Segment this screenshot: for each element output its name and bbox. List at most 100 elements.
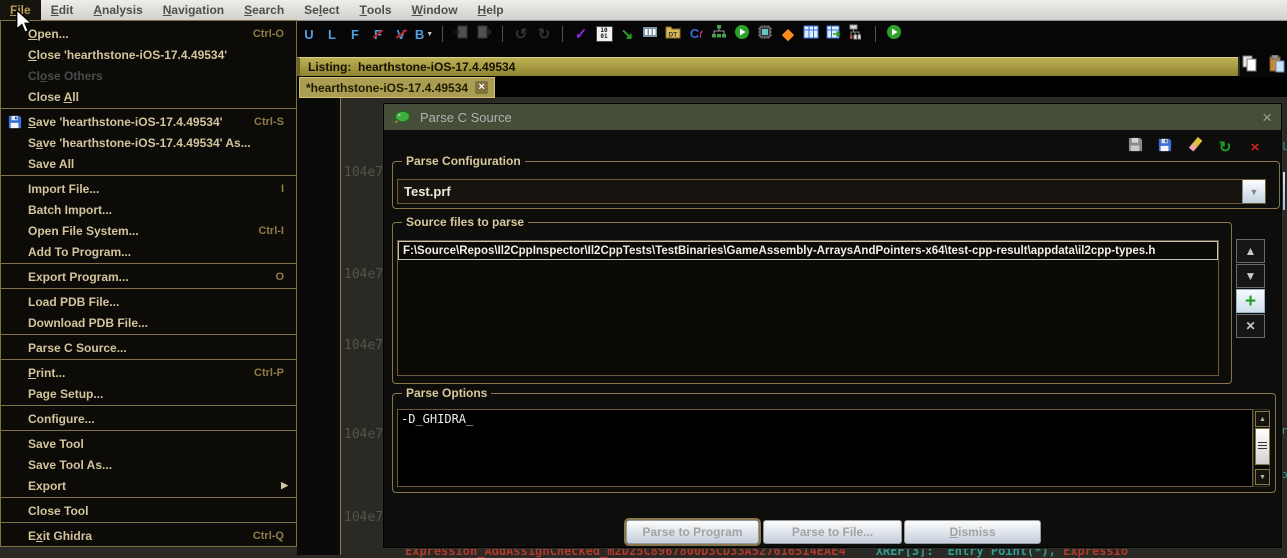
parse-options-textarea[interactable]: -D_GHIDRA_	[397, 409, 1253, 487]
paste-icon[interactable]	[1267, 54, 1287, 74]
save-profile-as-icon[interactable]	[1155, 137, 1175, 157]
move-up-button[interactable]: ▲	[1236, 239, 1265, 263]
menu-item-close-hearthstone-ios-17-4-49534[interactable]: Close 'hearthstone-iOS-17.4.49534'	[1, 44, 296, 65]
menu-search[interactable]: Search	[234, 0, 294, 20]
menu-item-save-tool[interactable]: Save Tool	[1, 433, 296, 454]
parse-to-file-button[interactable]: Parse to File...	[763, 520, 902, 544]
function-graph-icon[interactable]	[847, 24, 867, 44]
parse-configuration-label: Parse Configuration	[402, 154, 525, 168]
tab-close-icon[interactable]: ×	[475, 81, 488, 94]
move-down-button[interactable]: ▼	[1236, 264, 1265, 288]
parse-configuration-combobox[interactable]: Test.prf ▼	[397, 179, 1266, 204]
source-files-list[interactable]: F:\Source\Repos\Il2CppInspector\Il2CppTe…	[397, 240, 1219, 376]
menu-item-open[interactable]: Open...Ctrl-O	[1, 23, 296, 44]
menu-navigation[interactable]: Navigation	[153, 0, 234, 20]
tab-hearthstone[interactable]: *hearthstone-iOS-17.4.49534 ×	[299, 77, 495, 98]
menu-analysis[interactable]: Analysis	[83, 0, 152, 20]
menu-item-open-file-system[interactable]: Open File System...Ctrl-I	[1, 220, 296, 241]
dialog-close-icon[interactable]: ×	[1262, 109, 1272, 126]
menu-tools[interactable]: Tools	[350, 0, 402, 20]
menu-item-exit-ghidra[interactable]: Exit GhidraCtrl-Q	[1, 525, 296, 546]
menu-item-export-program[interactable]: Export Program...O	[1, 266, 296, 287]
data-type-manager-icon[interactable]: DT	[663, 24, 683, 44]
snapshot-in-icon[interactable]	[451, 24, 471, 44]
menu-item-download-pdb-file[interactable]: Download PDB File...	[1, 312, 296, 333]
menu-item-add-to-program[interactable]: Add To Program...	[1, 241, 296, 262]
menu-select[interactable]: Select	[294, 0, 349, 20]
function-f-button[interactable]: F	[345, 24, 365, 44]
source-files-label: Source files to parse	[402, 215, 528, 229]
c-parser-icon-glyph: Cf	[690, 25, 702, 43]
validate-check-icon[interactable]: ✓	[571, 24, 591, 44]
scroll-up-icon[interactable]: ▲	[1255, 411, 1270, 427]
menu-item-save-hearthstone-ios-17-4-49534-as[interactable]: Save 'hearthstone-iOS-17.4.49534' As...	[1, 132, 296, 153]
move-up-button-glyph: ▲	[1245, 244, 1257, 258]
menu-item-close-all[interactable]: Close All	[1, 86, 296, 107]
menu-item-export[interactable]: Export▶	[1, 475, 296, 496]
auto-analyze-icon[interactable]	[732, 24, 752, 44]
menu-item-page-setup[interactable]: Page Setup...	[1, 383, 296, 404]
diamond-icon[interactable]: ◆	[778, 24, 798, 44]
memory-map-icon[interactable]	[640, 24, 660, 44]
scroll-thumb[interactable]	[1255, 428, 1270, 465]
menu-item-close-tool[interactable]: Close Tool	[1, 500, 296, 521]
copy-icon[interactable]	[1240, 54, 1260, 74]
label-l-button-glyph: L	[328, 27, 336, 42]
dismiss-button[interactable]: Dismiss	[904, 520, 1041, 544]
menu-item-save-hearthstone-ios-17-4-49534[interactable]: Save 'hearthstone-iOS-17.4.49534'Ctrl-S	[1, 111, 296, 132]
save-profile-icon[interactable]	[1125, 137, 1145, 157]
menu-help[interactable]: Help	[468, 0, 514, 20]
scroll-down-icon[interactable]: ▼	[1255, 469, 1270, 485]
menu-item-save-all[interactable]: Save All	[1, 153, 296, 174]
table-view-icon-glyph	[803, 24, 819, 45]
table-view-icon[interactable]	[801, 24, 821, 44]
import-arrow-icon[interactable]: ↘	[617, 24, 637, 44]
redo-icon[interactable]: ↻	[534, 24, 554, 44]
parse-options-scrollbar[interactable]: ▲ ▼	[1253, 409, 1270, 487]
delete-profile-icon-glyph: ×	[1251, 139, 1260, 156]
menu-item-save-tool-as[interactable]: Save Tool As...	[1, 454, 296, 475]
menu-item-import-file[interactable]: Import File...I	[1, 178, 296, 199]
refresh-icon[interactable]: ↻	[1215, 137, 1235, 157]
dialog-title-bar[interactable]: Parse C Source ×	[384, 104, 1281, 130]
source-file-row[interactable]: F:\Source\Repos\Il2CppInspector\Il2CppTe…	[398, 241, 1218, 260]
underline-u-button[interactable]: U	[299, 24, 319, 44]
menu-item-label: Save Tool	[28, 437, 296, 451]
c-parser-icon[interactable]: Cf	[686, 24, 706, 44]
snapshot-out-icon[interactable]	[474, 24, 494, 44]
run-script-icon[interactable]	[884, 24, 904, 44]
bytes-viewer-icon[interactable]: 1001	[594, 24, 614, 44]
menu-item-configure[interactable]: Configure...	[1, 408, 296, 429]
menu-item-parse-c-source[interactable]: Parse C Source...	[1, 337, 296, 358]
menu-window[interactable]: Window	[402, 0, 468, 20]
menu-item-batch-import[interactable]: Batch Import...	[1, 199, 296, 220]
variable-v-strike-button[interactable]: V	[391, 24, 411, 44]
delete-profile-icon[interactable]: ×	[1245, 137, 1265, 157]
label-l-button[interactable]: L	[322, 24, 342, 44]
menu-item-label: Save 'hearthstone-iOS-17.4.49534'	[28, 115, 254, 129]
clear-profile-icon[interactable]	[1185, 137, 1205, 157]
combobox-dropdown-icon[interactable]: ▼	[1242, 180, 1265, 203]
clear-profile-icon-glyph	[1187, 137, 1203, 158]
menu-item-label: Print...	[28, 366, 254, 380]
menu-item-label: Save Tool As...	[28, 458, 296, 472]
menu-item-print[interactable]: Print...Ctrl-P	[1, 362, 296, 383]
menu-item-label: Add To Program...	[28, 245, 296, 259]
menu-item-close-others[interactable]: Close Others	[1, 65, 296, 86]
toolbar-separator	[562, 26, 563, 42]
bookmark-b-dropdown-button[interactable]: B▼	[414, 24, 434, 44]
menu-item-shortcut: Ctrl-S	[254, 116, 296, 128]
menu-separator	[1, 334, 296, 335]
remove-file-button[interactable]: ✕	[1236, 314, 1265, 338]
undo-icon[interactable]: ↺	[511, 24, 531, 44]
add-file-button[interactable]: +	[1236, 289, 1265, 313]
menu-edit[interactable]: Edit	[41, 0, 84, 20]
memory-chip-icon[interactable]	[755, 24, 775, 44]
symbol-tree-icon[interactable]	[709, 24, 729, 44]
parse-to-program-button[interactable]: Parse to Program	[626, 520, 759, 544]
table-export-icon[interactable]	[824, 24, 844, 44]
validate-check-icon-glyph: ✓	[575, 25, 588, 43]
function-graph-icon-glyph	[849, 24, 865, 45]
function-f-strike-button[interactable]: F	[368, 24, 388, 44]
menu-item-load-pdb-file[interactable]: Load PDB File...	[1, 291, 296, 312]
